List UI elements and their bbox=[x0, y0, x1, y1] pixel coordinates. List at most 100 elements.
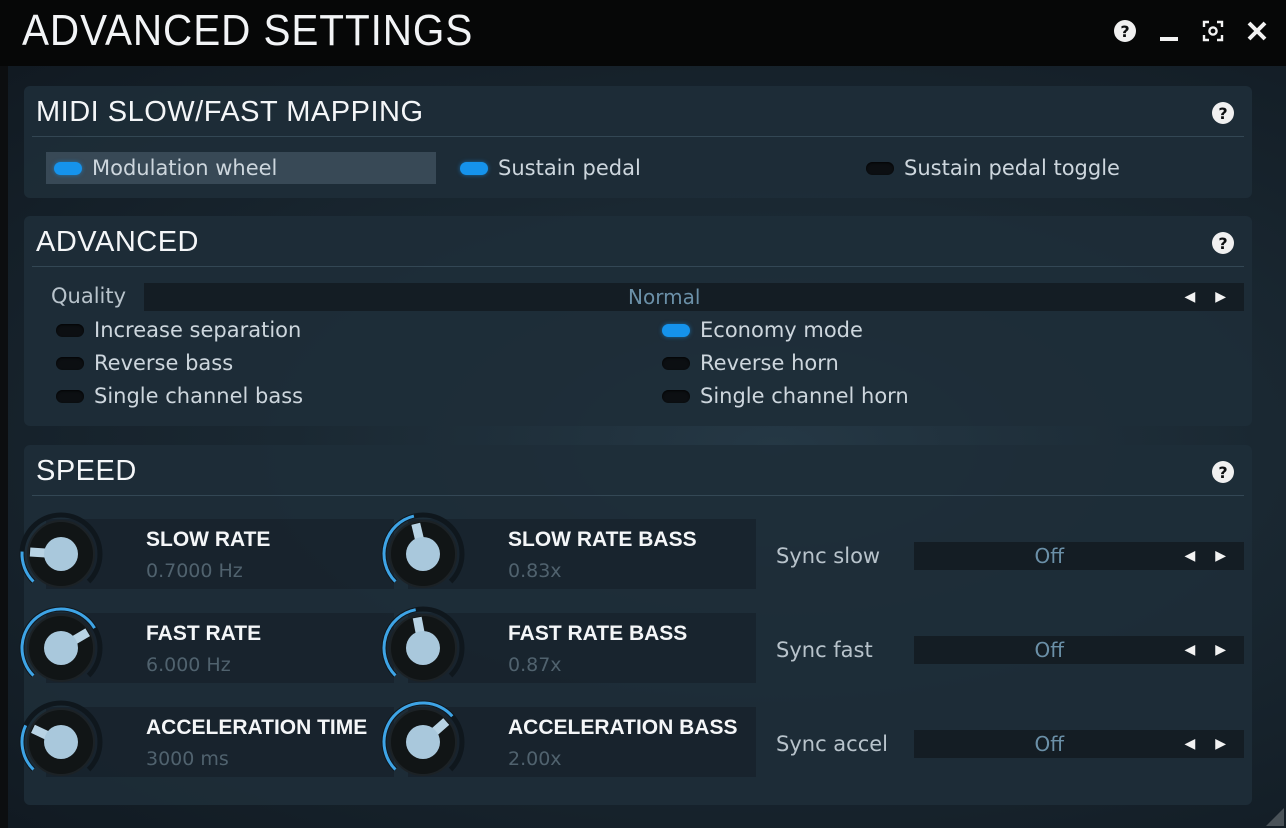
sync-accel-value: Off bbox=[1034, 732, 1064, 756]
knob-name: FAST RATE BASS bbox=[508, 622, 688, 645]
sync-fast-label: Sync fast bbox=[776, 638, 873, 662]
sync-accel-selector[interactable]: Off ◀ ▶ bbox=[914, 730, 1244, 758]
knob-value: 0.7000 Hz bbox=[146, 560, 243, 582]
knob-value: 2.00x bbox=[508, 748, 562, 770]
toggle-label: Economy mode bbox=[700, 318, 863, 342]
advanced-help-button[interactable]: ? bbox=[1212, 232, 1234, 254]
arrow-right-icon[interactable]: ▶ bbox=[1215, 548, 1226, 564]
single-channel-bass-toggle[interactable]: Single channel bass bbox=[56, 381, 303, 411]
slow-rate-bass-knob[interactable] bbox=[380, 511, 466, 597]
speed-panel: SPEED ? SLOW RATE 0.7000 Hz SLOW RATE BA… bbox=[19, 445, 1252, 805]
maximize-button[interactable] bbox=[1200, 18, 1226, 44]
fast-rate-bass-knob[interactable] bbox=[380, 605, 466, 691]
reverse-bass-toggle[interactable]: Reverse bass bbox=[56, 348, 233, 378]
close-icon bbox=[1247, 21, 1267, 41]
help-button[interactable]: ? bbox=[1112, 18, 1138, 44]
panel-title: ADVANCED bbox=[36, 226, 199, 258]
economy-mode-toggle[interactable]: Economy mode bbox=[662, 315, 863, 345]
knob-cap bbox=[406, 631, 440, 665]
increase-separation-toggle[interactable]: Increase separation bbox=[56, 315, 301, 345]
acceleration-bass-knob[interactable] bbox=[380, 699, 466, 785]
minimize-icon bbox=[1160, 37, 1178, 41]
knob-cap bbox=[44, 631, 78, 665]
sync-accel-label: Sync accel bbox=[776, 732, 889, 756]
arrow-left-icon[interactable]: ◀ bbox=[1184, 642, 1195, 658]
knob-value: 3000 ms bbox=[146, 748, 229, 770]
toggle-label: Sustain pedal bbox=[498, 156, 641, 180]
toggle-switch bbox=[56, 389, 84, 403]
window-controls: ? bbox=[1112, 18, 1270, 44]
toggle-label: Single channel horn bbox=[700, 384, 909, 408]
divider bbox=[32, 495, 1244, 496]
toggle-label: Modulation wheel bbox=[92, 156, 278, 180]
divider bbox=[32, 266, 1244, 267]
midi-mapping-panel: MIDI SLOW/FAST MAPPING ? Modulation whee… bbox=[24, 86, 1252, 198]
close-button[interactable] bbox=[1244, 18, 1270, 44]
minimize-button[interactable] bbox=[1156, 18, 1182, 44]
acceleration-time-knob-cell: ACCELERATION TIME 3000 ms bbox=[19, 700, 394, 777]
midi-help-button[interactable]: ? bbox=[1212, 102, 1234, 124]
panel-title: SPEED bbox=[36, 455, 137, 487]
toggle-switch bbox=[460, 161, 488, 175]
resize-grip[interactable] bbox=[1266, 808, 1284, 826]
maximize-icon bbox=[1202, 20, 1224, 42]
help-icon: ? bbox=[1212, 232, 1234, 254]
advanced-panel: ADVANCED ? Quality Normal ◀ ▶ Increase s… bbox=[24, 216, 1252, 426]
toggle-switch bbox=[56, 356, 84, 370]
slow-rate-knob[interactable] bbox=[18, 511, 104, 597]
knob-name: SLOW RATE bbox=[146, 528, 271, 551]
arrow-left-icon[interactable]: ◀ bbox=[1184, 289, 1195, 305]
toggle-switch bbox=[56, 323, 84, 337]
knob-cap bbox=[406, 537, 440, 571]
knob-name: SLOW RATE BASS bbox=[508, 528, 697, 551]
arrow-left-icon[interactable]: ◀ bbox=[1184, 736, 1195, 752]
quality-value: Normal bbox=[628, 285, 701, 309]
knob-value: 0.87x bbox=[508, 654, 562, 676]
sustain-pedal-toggle[interactable]: Sustain pedal bbox=[460, 153, 641, 183]
reverse-horn-toggle[interactable]: Reverse horn bbox=[662, 348, 839, 378]
sync-slow-selector[interactable]: Off ◀ ▶ bbox=[914, 542, 1244, 570]
toggle-label: Sustain pedal toggle bbox=[904, 156, 1120, 180]
acceleration-time-knob[interactable] bbox=[18, 699, 104, 785]
knob-cap bbox=[44, 537, 78, 571]
toggle-switch bbox=[54, 161, 82, 175]
help-icon: ? bbox=[1212, 461, 1234, 483]
quality-selector[interactable]: Normal ◀ ▶ bbox=[144, 283, 1244, 311]
knob-name: ACCELERATION BASS bbox=[508, 716, 738, 739]
knob-cap bbox=[406, 725, 440, 759]
knob-name: ACCELERATION TIME bbox=[146, 716, 368, 739]
toggle-label: Single channel bass bbox=[94, 384, 304, 408]
toggle-switch bbox=[866, 161, 894, 175]
slow-rate-bass-knob-cell: SLOW RATE BASS 0.83x bbox=[381, 512, 756, 589]
toggle-label: Reverse horn bbox=[700, 351, 839, 375]
modulation-wheel-toggle[interactable]: Modulation wheel bbox=[46, 152, 436, 184]
knob-value: 6.000 Hz bbox=[146, 654, 231, 676]
slow-rate-knob-cell: SLOW RATE 0.7000 Hz bbox=[19, 512, 394, 589]
knob-name: FAST RATE bbox=[146, 622, 262, 645]
single-channel-horn-toggle[interactable]: Single channel horn bbox=[662, 381, 909, 411]
toggle-label: Reverse bass bbox=[94, 351, 234, 375]
arrow-right-icon[interactable]: ▶ bbox=[1215, 289, 1226, 305]
fast-rate-knob[interactable] bbox=[18, 605, 104, 691]
knob-cap bbox=[44, 725, 78, 759]
sync-fast-selector[interactable]: Off ◀ ▶ bbox=[914, 636, 1244, 664]
window-title: ADVANCED SETTINGS bbox=[22, 6, 474, 55]
fast-rate-bass-knob-cell: FAST RATE BASS 0.87x bbox=[381, 606, 756, 683]
fast-rate-knob-cell: FAST RATE 6.000 Hz bbox=[19, 606, 394, 683]
arrow-left-icon[interactable]: ◀ bbox=[1184, 548, 1195, 564]
toggle-switch bbox=[662, 323, 690, 337]
title-bar: ADVANCED SETTINGS ? bbox=[0, 0, 1286, 66]
divider bbox=[32, 136, 1244, 137]
arrow-right-icon[interactable]: ▶ bbox=[1215, 642, 1226, 658]
sustain-pedal-toggle-toggle[interactable]: Sustain pedal toggle bbox=[866, 153, 1120, 183]
speed-help-button[interactable]: ? bbox=[1212, 461, 1234, 483]
help-icon: ? bbox=[1212, 102, 1234, 124]
toggle-label: Increase separation bbox=[94, 318, 302, 342]
sync-slow-label: Sync slow bbox=[776, 544, 881, 568]
sync-slow-value: Off bbox=[1034, 544, 1064, 568]
toggle-switch bbox=[662, 356, 690, 370]
sync-fast-value: Off bbox=[1034, 638, 1064, 662]
arrow-right-icon[interactable]: ▶ bbox=[1215, 736, 1226, 752]
quality-label: Quality bbox=[51, 284, 127, 308]
toggle-switch bbox=[662, 389, 690, 403]
